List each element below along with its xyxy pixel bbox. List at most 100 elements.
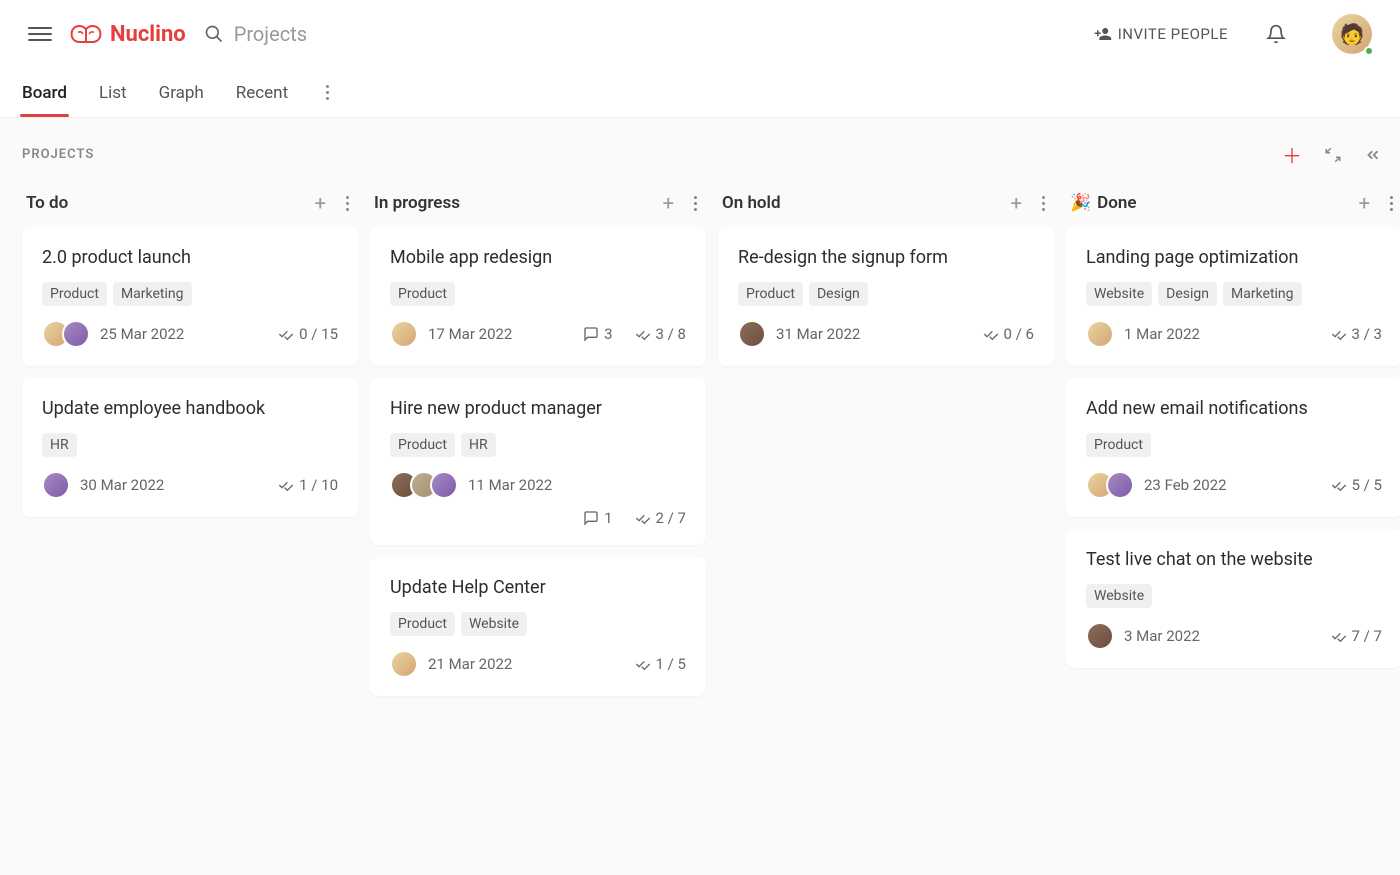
card-meta: 0 / 6 — [983, 325, 1035, 343]
card-tags: Product — [1086, 433, 1382, 457]
tag: Product — [42, 282, 107, 306]
columns: To do+2.0 product launchProductMarketing… — [22, 191, 1400, 708]
presence-dot — [1364, 46, 1374, 56]
tag: Website — [1086, 282, 1152, 306]
card[interactable]: Landing page optimizationWebsiteDesignMa… — [1066, 227, 1400, 366]
column-menu-button[interactable] — [1384, 196, 1398, 211]
checklist-count: 7 / 7 — [1331, 627, 1383, 645]
card-meta: 1 / 5 — [635, 655, 687, 673]
card-date: 21 Mar 2022 — [428, 655, 512, 673]
add-card-button[interactable]: + — [1011, 191, 1022, 215]
assignee-avatar — [1086, 622, 1114, 650]
add-card-button[interactable]: + — [1359, 191, 1370, 215]
bell-icon[interactable] — [1266, 24, 1286, 44]
column-menu-button[interactable] — [340, 196, 354, 211]
card-date: 30 Mar 2022 — [80, 476, 164, 494]
person-add-icon — [1094, 25, 1112, 43]
card[interactable]: Mobile app redesign Product 17 Mar 2022 33 … — [370, 227, 706, 366]
column-on-hold: On hold+ Re-design the signup form Product… — [718, 191, 1054, 708]
tag: Product — [390, 282, 455, 306]
card-footer: 1 Mar 20223 / 3 — [1086, 320, 1382, 348]
search-icon — [204, 24, 224, 44]
card[interactable]: Re-design the signup formProductDesign31… — [718, 227, 1054, 366]
card-meta: 7 / 7 — [1331, 627, 1383, 645]
card-date: 25 Mar 2022 — [100, 325, 184, 343]
assignee-avatar — [1086, 320, 1114, 348]
tab-graph[interactable]: Graph — [157, 71, 206, 115]
tab-board[interactable]: Board — [20, 71, 69, 115]
card-tags: Website — [1086, 584, 1382, 608]
card[interactable]: 2.0 product launch ProductMarketing 25 Mar… — [22, 227, 358, 366]
more-views-button[interactable] — [318, 85, 336, 100]
checklist-count: 5 / 5 — [1331, 476, 1383, 494]
column-title: To do — [26, 193, 315, 213]
logo[interactable]: Nuclino — [70, 22, 186, 47]
column-title: In progress — [374, 193, 663, 213]
search-button[interactable]: Projects — [204, 22, 1076, 46]
card-title: Update Help Center — [390, 577, 686, 598]
column-menu-button[interactable] — [688, 196, 702, 211]
assignee-avatar — [430, 471, 458, 499]
card[interactable]: Add new email notificationsProduct23 Feb… — [1066, 378, 1400, 517]
card-footer: 23 Feb 20225 / 5 — [1086, 471, 1382, 499]
card-meta: 1 / 10 — [278, 476, 338, 494]
card-date: 17 Mar 2022 — [428, 325, 512, 343]
comments-count: 1 — [583, 509, 612, 527]
chevron-double-left-icon[interactable] — [1364, 146, 1382, 164]
tag: Marketing — [1223, 282, 1302, 306]
tag: Website — [1086, 584, 1152, 608]
card[interactable]: Hire new product managerProductHR11 Mar … — [370, 378, 706, 545]
assignees — [390, 471, 458, 499]
card-footer: 11 Mar 2022 — [390, 471, 686, 499]
card-tags: ProductMarketing — [42, 282, 338, 306]
column-header: On hold+ — [718, 191, 1054, 227]
card-tags: ProductWebsite — [390, 612, 686, 636]
tag: Product — [390, 433, 455, 457]
card-meta: 0 / 15 — [278, 325, 338, 343]
view-tabs: Board List Graph Recent — [0, 68, 1400, 118]
card-title: Re-design the signup form — [738, 247, 1034, 268]
add-card-button[interactable]: + — [315, 191, 326, 215]
card-title: Mobile app redesign — [390, 247, 686, 268]
add-button[interactable]: ＋ — [1282, 140, 1302, 169]
card-tags: WebsiteDesignMarketing — [1086, 282, 1382, 306]
checklist-count: 0 / 15 — [278, 325, 338, 343]
tab-list[interactable]: List — [97, 71, 129, 115]
topbar: Nuclino Projects INVITE PEOPLE 🧑 — [0, 0, 1400, 68]
tag: Product — [390, 612, 455, 636]
add-card-button[interactable]: + — [663, 191, 674, 215]
card[interactable]: Update employee handbook HR 30 Mar 2022 1 /… — [22, 378, 358, 517]
comments-count: 3 — [583, 325, 612, 343]
card-tags: HR — [42, 433, 338, 457]
card-tags: Product — [390, 282, 686, 306]
card-footer: 30 Mar 2022 1 / 10 — [42, 471, 338, 499]
board-main: PROJECTS ＋ To do+2.0 product launchProdu… — [0, 118, 1400, 875]
card-meta: 5 / 5 — [1331, 476, 1383, 494]
card-title: 2.0 product launch — [42, 247, 338, 268]
column-title: 🎉Done — [1070, 193, 1359, 213]
tag: Design — [809, 282, 868, 306]
card-tags: ProductDesign — [738, 282, 1034, 306]
assignee-avatar — [42, 471, 70, 499]
search-placeholder: Projects — [234, 22, 307, 46]
assignee-avatar — [390, 650, 418, 678]
user-avatar[interactable]: 🧑 — [1332, 14, 1372, 54]
tag: HR — [461, 433, 496, 457]
tag: HR — [42, 433, 77, 457]
collapse-icon[interactable] — [1324, 146, 1342, 164]
invite-people-button[interactable]: INVITE PEOPLE — [1094, 25, 1228, 43]
tab-recent[interactable]: Recent — [234, 71, 290, 115]
invite-label: INVITE PEOPLE — [1118, 25, 1228, 43]
column-done: 🎉Done+ Landing page optimizationWebsiteDe… — [1066, 191, 1400, 708]
section-title: PROJECTS — [22, 147, 94, 162]
assignee-avatar — [390, 320, 418, 348]
card[interactable]: Test live chat on the websiteWebsite3 Ma… — [1066, 529, 1400, 668]
card[interactable]: Update Help Center ProductWebsite 21 Mar 2… — [370, 557, 706, 696]
card-meta: 33 / 8 — [583, 325, 686, 343]
menu-icon[interactable] — [28, 22, 52, 46]
column-menu-button[interactable] — [1036, 196, 1050, 211]
assignees — [1086, 320, 1114, 348]
assignee-avatar — [738, 320, 766, 348]
card-title: Update employee handbook — [42, 398, 338, 419]
card-date: 11 Mar 2022 — [468, 476, 552, 494]
